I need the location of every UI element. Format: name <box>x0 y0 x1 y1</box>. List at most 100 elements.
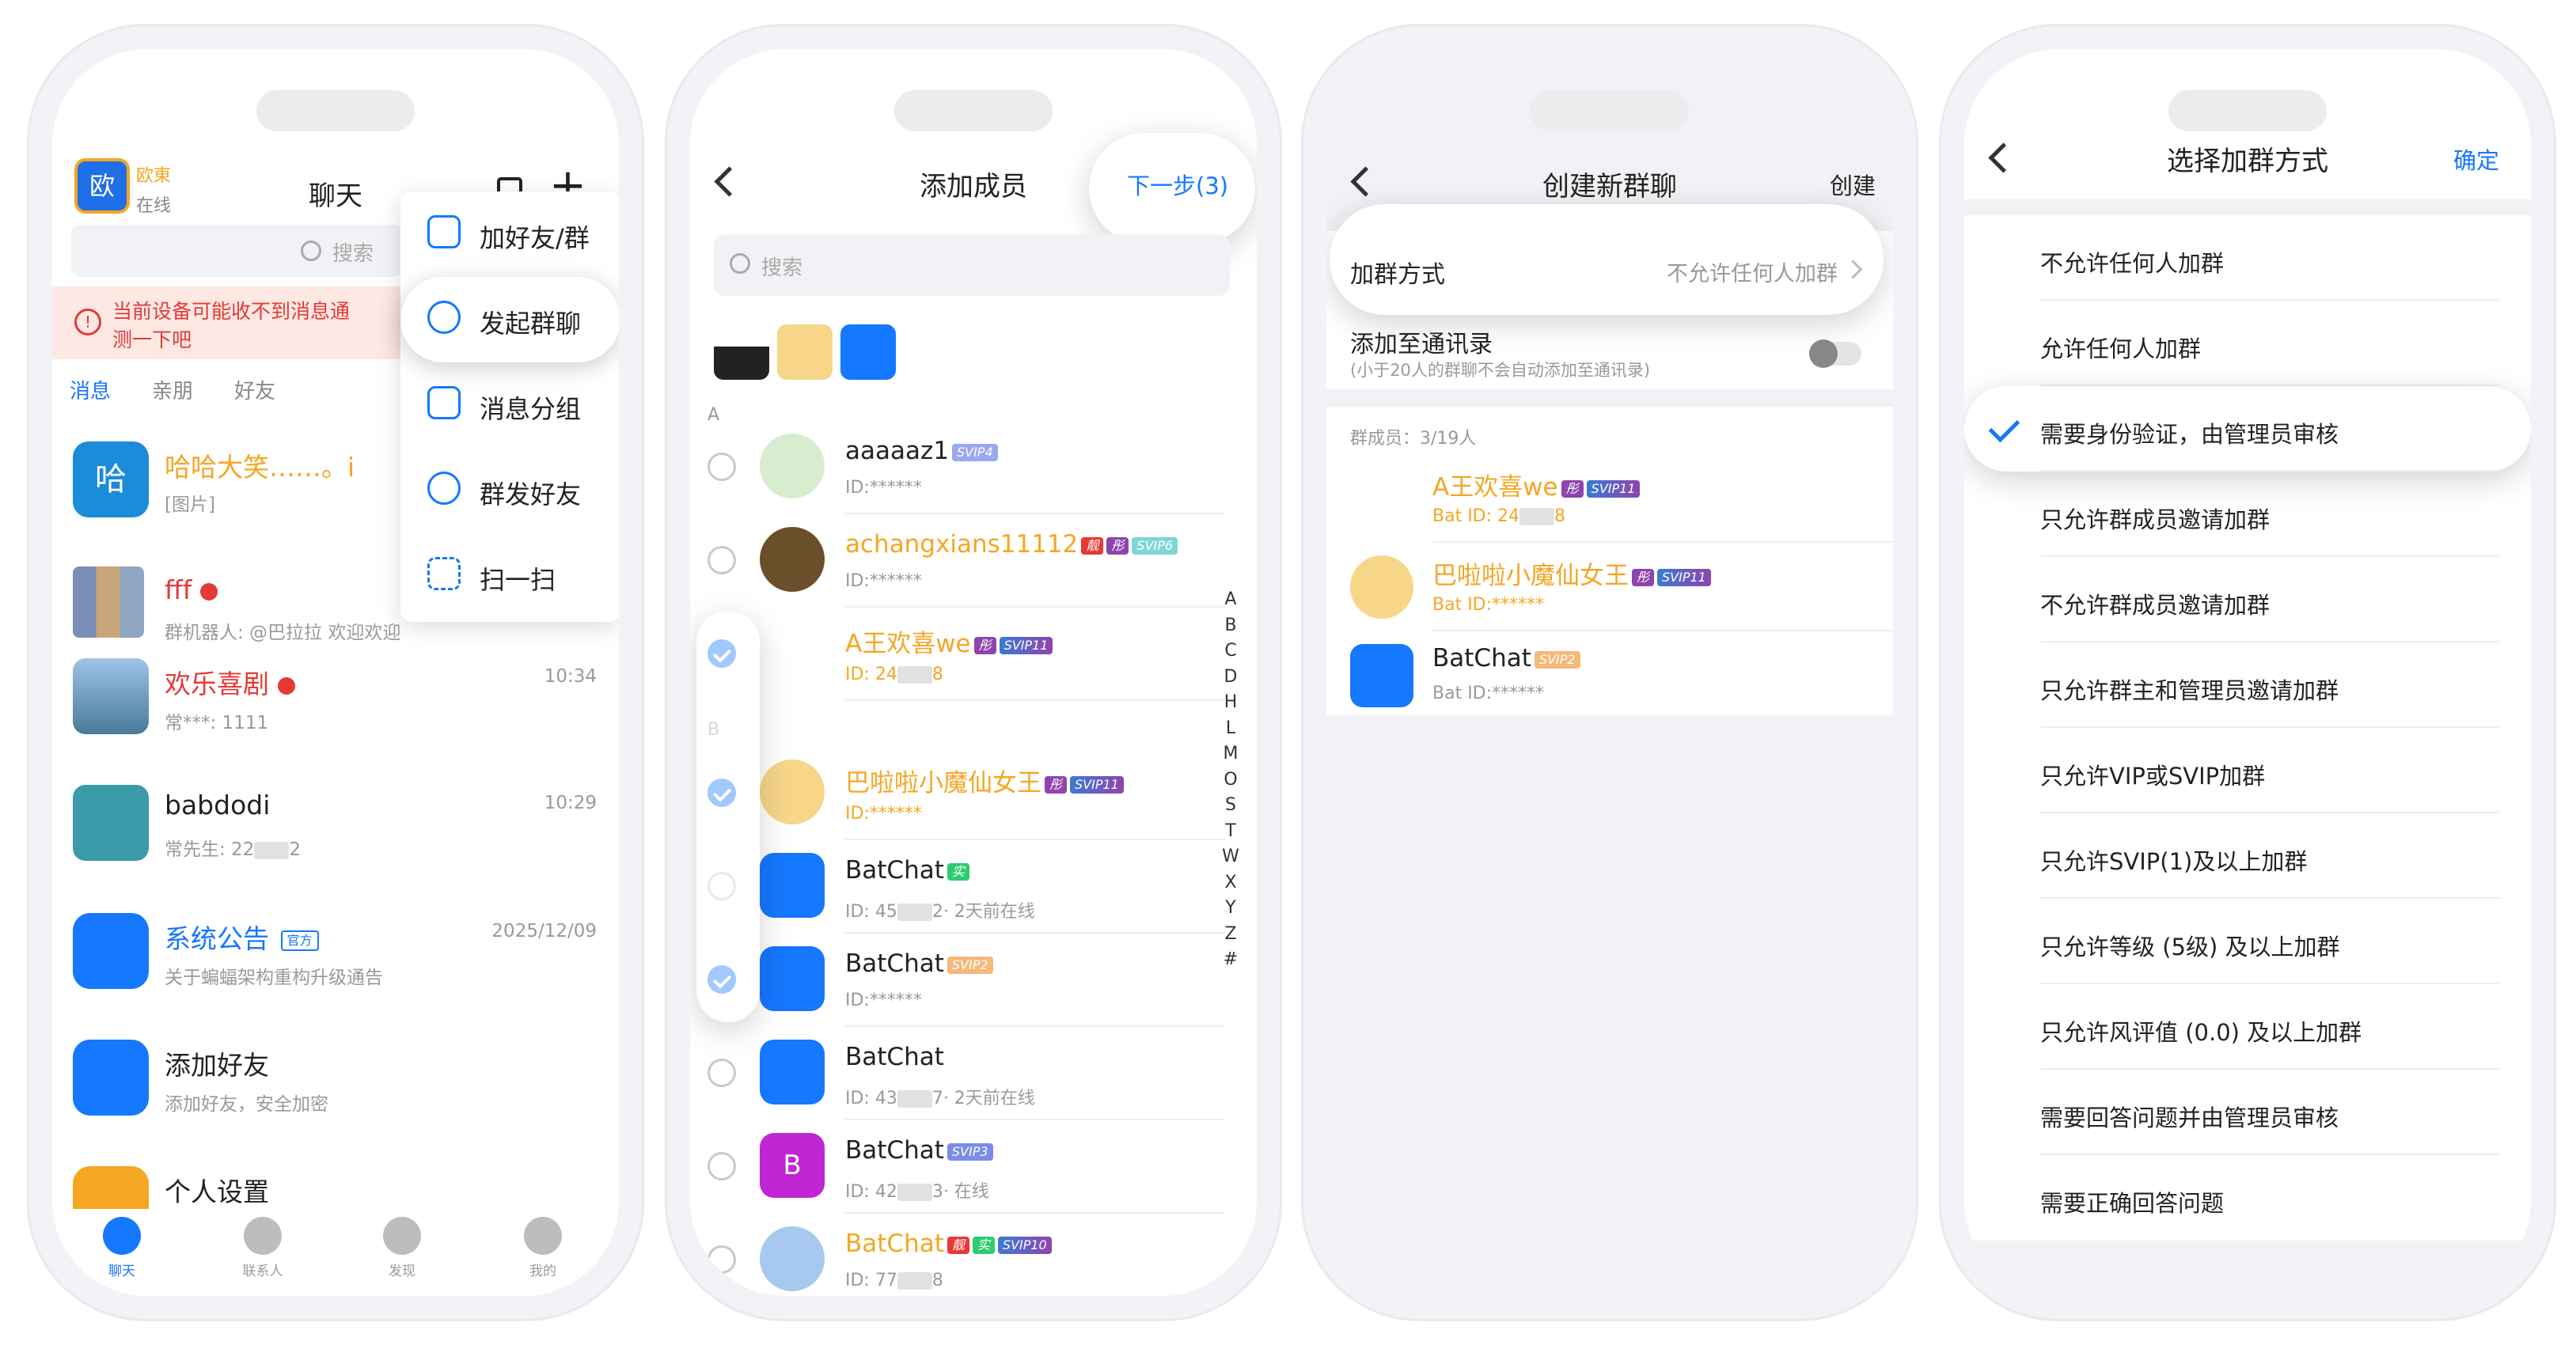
menu-start-group-chat[interactable]: 发起群聊 <box>400 277 619 362</box>
member-name: A王欢喜we 彤 SVIP11 <box>845 623 1053 659</box>
member-checkbox[interactable] <box>708 453 736 481</box>
vip-tag: SVIP11 <box>1657 568 1711 586</box>
menu-broadcast[interactable]: 群发好友 <box>400 448 619 533</box>
confirm-button[interactable]: 确定 <box>2453 142 2499 176</box>
join-option[interactable]: 只允许风评值 (0.0) 及以上加群 <box>1964 984 2531 1070</box>
member-row[interactable]: achangxians11112 靓彤 SVIP6 ID:****** <box>690 514 1257 608</box>
option-label: 只允许等级 (5级) 及以上加群 <box>2040 934 2340 960</box>
member-name: achangxians11112 靓彤 SVIP6 <box>845 530 1178 559</box>
tab-messages[interactable]: 消息 <box>70 375 111 404</box>
index-letter[interactable]: B <box>1222 613 1239 639</box>
alphabet-index[interactable]: A B C D H L M O S T W X Y Z # <box>1222 587 1239 973</box>
index-letter[interactable]: X <box>1222 870 1239 896</box>
index-letter[interactable]: C <box>1222 638 1239 665</box>
index-letter[interactable]: O <box>1222 767 1239 794</box>
selected-avatar[interactable] <box>840 324 896 380</box>
index-letter[interactable]: # <box>1222 947 1239 973</box>
tab-chat[interactable]: 聊天 <box>74 1217 169 1279</box>
index-letter[interactable]: S <box>1222 793 1239 819</box>
join-option[interactable]: 只允许群成员邀请加群 <box>1964 472 2531 557</box>
join-option[interactable]: 允许任何人加群 <box>1964 301 2531 386</box>
member-checkbox[interactable] <box>708 1152 736 1180</box>
member-row[interactable]: BatChat 实 ID: 45 2· 2天前在线 <box>690 840 1257 934</box>
warning-banner[interactable]: ! 当前设备可能收不到消息通 测一下吧 <box>52 286 448 359</box>
index-letter[interactable]: D <box>1222 665 1239 691</box>
member-id: ID: 43 7· 2天前在线 <box>845 1084 1035 1109</box>
chat-row[interactable]: 系统公告 官方 关于蝙蝠架构重构升级通告 2025/12/09 <box>52 904 619 998</box>
index-letter[interactable]: A <box>1222 587 1239 613</box>
tab-discover[interactable]: 发现 <box>355 1217 450 1279</box>
join-option[interactable]: 只允许等级 (5级) 及以上加群 <box>1964 899 2531 984</box>
add-contacts-toggle[interactable] <box>1809 339 1861 368</box>
create-button[interactable]: 创建 <box>1830 168 1876 201</box>
member-avatar <box>1350 644 1413 707</box>
index-letter[interactable]: L <box>1222 716 1239 742</box>
tab-friends[interactable]: 好友 <box>234 375 275 404</box>
member-checkbox[interactable] <box>708 1245 736 1274</box>
chat-name-text: fff <box>165 574 192 605</box>
join-option[interactable]: 不允许任何人加群 <box>1964 215 2531 301</box>
planet-icon <box>383 1217 421 1255</box>
join-option[interactable]: 需要回答问题并由管理员审核 <box>1964 1070 2531 1155</box>
chat-row[interactable]: 欢乐喜剧 常***: 1111 10:34 <box>52 649 619 744</box>
page-title: 选择加群方式 <box>2167 146 2328 177</box>
index-letter[interactable]: Z <box>1222 922 1239 948</box>
tab-label: 我的 <box>529 1264 556 1279</box>
notch <box>894 90 1053 131</box>
group-member-row[interactable]: BatChat SVIP2 Bat ID:****** <box>1326 631 1893 720</box>
menu-message-groups[interactable]: 消息分组 <box>400 362 619 448</box>
tab-relatives[interactable]: 亲朋 <box>152 375 193 404</box>
checkmark-icon <box>1988 411 2020 443</box>
index-letter[interactable]: M <box>1222 741 1239 767</box>
tab-contacts[interactable]: 联系人 <box>215 1217 310 1279</box>
index-letter[interactable]: Y <box>1222 896 1239 922</box>
member-row[interactable]: BatChat SVIP2 ID:****** <box>690 934 1257 1027</box>
join-method-row[interactable]: 加群方式 不允许任何人加群 <box>1326 231 1893 310</box>
join-option[interactable]: 需要正确回答问题 <box>1964 1155 2531 1241</box>
selected-avatar[interactable] <box>777 324 833 380</box>
option-label: 只允许群成员邀请加群 <box>2040 506 2271 533</box>
group-member-row[interactable]: 巴啦啦小魔仙女王彤 SVIP11 Bat ID:****** <box>1326 543 1893 631</box>
warning-icon: ! <box>74 309 101 335</box>
chat-row[interactable]: 添加好友 添加好友，安全加密 <box>52 1030 619 1125</box>
join-option[interactable]: 需要身份验证，由管理员审核 <box>1964 386 2531 472</box>
chat-screen: 欧 欧東 在线 聊天 + 搜索 ! 当前设备可能收不到消息通 测一下吧 消息 亲… <box>52 49 619 1296</box>
user-tab-icon <box>524 1217 562 1255</box>
index-letter[interactable]: T <box>1222 819 1239 845</box>
chat-row[interactable]: babdodi 常先生: 22 2 10:29 <box>52 775 619 870</box>
selected-avatar[interactable] <box>714 324 769 380</box>
chat-row[interactable]: 个人设置 <box>52 1157 619 1242</box>
menu-scan[interactable]: 扫一扫 <box>400 533 619 619</box>
member-checkbox[interactable] <box>708 1059 736 1087</box>
join-option[interactable]: 不允许群成员邀请加群 <box>1964 557 2531 642</box>
member-name: BatChat <box>845 1043 944 1071</box>
member-row[interactable]: 巴啦啦小魔仙女王彤 SVIP11 ID:****** <box>690 747 1257 840</box>
member-row[interactable]: BatChat 靓实 SVIP10 ID: 77 8 <box>690 1214 1257 1296</box>
member-checkbox[interactable] <box>708 546 736 574</box>
warning-text: 当前设备可能收不到消息通 <box>112 300 351 323</box>
join-option[interactable]: 只允许SVIP(1)及以上加群 <box>1964 813 2531 899</box>
index-letter[interactable]: W <box>1222 844 1239 870</box>
tab-label: 发现 <box>389 1264 415 1279</box>
group-member-row[interactable]: A王欢喜we 彤 SVIP11 Bat ID: 24 8 <box>1326 454 1893 543</box>
member-row[interactable]: BatChat ID: 43 7· 2天前在线 <box>690 1027 1257 1120</box>
member-id-tail: 7· 2天前在线 <box>931 1089 1035 1108</box>
member-row[interactable]: aaaaaz1 SVIP4 ID:****** <box>690 421 1257 514</box>
blurred-text <box>254 841 290 859</box>
member-row[interactable]: A王欢喜we 彤 SVIP11 ID: 24 8 <box>690 608 1257 701</box>
chat-time: 10:34 <box>544 666 597 687</box>
search-input[interactable]: 搜索 <box>714 234 1230 296</box>
menu-add-friend[interactable]: 加好友/群 <box>400 191 619 277</box>
member-row[interactable]: B BatChat SVIP3 ID: 42 3· 在线 <box>690 1120 1257 1214</box>
member-avatar <box>1350 555 1413 619</box>
member-id: ID: 77 8 <box>845 1271 943 1290</box>
next-button[interactable]: 下一步(3) <box>1127 168 1228 201</box>
tab-label: 联系人 <box>242 1264 283 1279</box>
index-letter[interactable]: H <box>1222 690 1239 716</box>
add-contacts-row: 添加至通讯录 (小于20人的群聊不会自动添加至通讯录) <box>1326 310 1893 389</box>
join-option[interactable]: 只允许群主和管理员邀请加群 <box>1964 642 2531 728</box>
tab-me[interactable]: 我的 <box>495 1217 590 1279</box>
member-avatar <box>760 853 825 918</box>
join-option[interactable]: 只允许VIP或SVIP加群 <box>1964 728 2531 813</box>
search-input[interactable]: 搜索 <box>71 225 404 277</box>
